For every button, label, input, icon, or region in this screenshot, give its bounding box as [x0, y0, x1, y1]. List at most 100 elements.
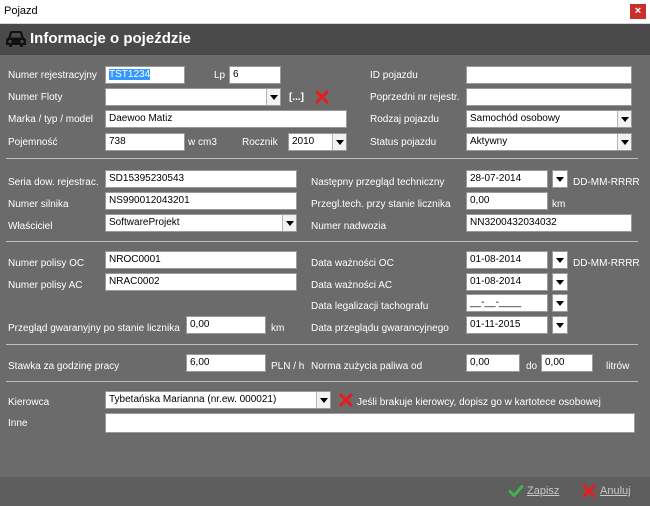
- car-icon: [6, 31, 26, 47]
- warranty-mileage-input[interactable]: 0,00: [186, 316, 266, 334]
- divider: [6, 241, 638, 242]
- vehicle-window: Pojazd × Informacje o pojeździe Numer re…: [0, 0, 650, 506]
- vehicle-type-value: Samochód osobowy: [470, 113, 561, 124]
- engine-number-input[interactable]: NS990012043201: [105, 192, 297, 210]
- oc-date-button[interactable]: [552, 251, 568, 269]
- other-input[interactable]: [105, 413, 635, 433]
- prev-reg-label: Poprzedni nr rejestr.: [370, 92, 460, 103]
- chevron-down-icon: [617, 111, 631, 127]
- vin-label: Numer nadwozia: [311, 221, 387, 232]
- close-button[interactable]: ×: [630, 4, 646, 19]
- series-input[interactable]: SD15395230543: [105, 170, 297, 188]
- driver-value: Tybetańska Marianna (nr.ew. 000021): [109, 394, 277, 405]
- cancel-button[interactable]: Anuluj: [600, 485, 631, 497]
- lp-label: Lp: [214, 70, 226, 81]
- clear-fleet-icon[interactable]: [314, 89, 330, 105]
- chevron-down-icon: [282, 215, 296, 231]
- fleet-number-label: Numer Floty: [8, 92, 63, 103]
- warranty-date-input[interactable]: 01-11-2015: [466, 316, 548, 334]
- chevron-down-icon: [332, 134, 346, 150]
- warranty-date-label: Data przeglądu gwarancyjnego: [311, 323, 449, 334]
- hourly-rate-label: Stawka za godzinę pracy: [8, 361, 120, 372]
- year-label: Rocznik: [242, 137, 278, 148]
- fuel-to-label: do: [526, 361, 538, 372]
- tachograph-date-button[interactable]: [552, 294, 568, 312]
- ac-date-input[interactable]: 01-08-2014: [466, 273, 548, 291]
- reg-number-value: TST1234: [109, 69, 151, 80]
- engine-number-label: Numer silnika: [8, 199, 69, 210]
- chevron-down-icon: [266, 89, 280, 105]
- oc-date-input[interactable]: 01-08-2014: [466, 251, 548, 269]
- vehicle-type-label: Rodzaj pojazdu: [370, 114, 439, 125]
- next-inspection-label: Następny przegląd techniczny: [311, 177, 445, 188]
- next-inspection-input[interactable]: 28-07-2014: [466, 170, 548, 188]
- fuel-norm-label: Norma zużycia paliwa od: [311, 361, 423, 372]
- inspection-mileage-label: Przegl.tech. przy stanie licznika: [311, 199, 451, 210]
- owner-select[interactable]: SoftwareProjekt: [105, 214, 297, 232]
- page-title: Informacje o pojeździe: [30, 30, 191, 47]
- ac-policy-label: Numer polisy AC: [8, 280, 83, 291]
- tachograph-input[interactable]: __-__-____: [466, 294, 548, 312]
- year-value: 2010: [292, 136, 315, 147]
- capacity-label: Pojemność: [8, 137, 58, 148]
- make-model-label: Marka / typ / model: [8, 114, 94, 125]
- prev-reg-input[interactable]: [466, 88, 632, 106]
- owner-value: SoftwareProjekt: [109, 217, 180, 228]
- year-select[interactable]: 2010: [288, 133, 347, 151]
- ac-date-button[interactable]: [552, 273, 568, 291]
- reg-number-input[interactable]: TST1234: [105, 66, 185, 84]
- driver-hint: Jeśli brakuje kierowcy, dopisz go w kart…: [357, 397, 601, 408]
- warranty-mileage-unit: km: [271, 323, 285, 334]
- check-icon: [508, 485, 524, 497]
- fuel-unit: litrów: [606, 361, 630, 372]
- oc-policy-input[interactable]: NROC0001: [105, 251, 297, 269]
- title-bar: Pojazd ×: [0, 0, 650, 24]
- divider: [6, 381, 638, 382]
- inspection-mileage-unit: km: [552, 199, 566, 210]
- vehicle-type-select[interactable]: Samochód osobowy: [466, 110, 632, 128]
- fuel-from-input[interactable]: 0,00: [466, 354, 520, 372]
- make-model-input[interactable]: Daewoo Matiz: [105, 110, 347, 128]
- next-inspection-date-button[interactable]: [552, 170, 568, 188]
- driver-label: Kierowca: [8, 397, 50, 408]
- status-value: Aktywny: [470, 136, 508, 147]
- lp-input[interactable]: 6: [229, 66, 281, 84]
- vehicle-id-input[interactable]: [466, 66, 632, 84]
- footer-bar: Zapisz Anuluj: [0, 477, 650, 506]
- window-title: Pojazd: [4, 5, 38, 17]
- series-label: Seria dow. rejestrac.: [8, 177, 99, 188]
- owner-label: Właściciel: [8, 221, 53, 232]
- oc-date-format: DD-MM-RRRR: [573, 258, 640, 269]
- chevron-down-icon: [617, 134, 631, 150]
- save-button[interactable]: Zapisz: [527, 485, 559, 497]
- ac-date-label: Data ważności AC: [311, 280, 393, 291]
- hourly-rate-input[interactable]: 6,00: [186, 354, 266, 372]
- other-label: Inne: [8, 418, 28, 429]
- status-select[interactable]: Aktywny: [466, 133, 632, 151]
- oc-policy-label: Numer polisy OC: [8, 258, 85, 269]
- fleet-number-select[interactable]: [105, 88, 281, 106]
- cancel-x-icon: [582, 484, 596, 498]
- driver-select[interactable]: Tybetańska Marianna (nr.ew. 000021): [105, 391, 331, 409]
- capacity-input[interactable]: 738: [105, 133, 185, 151]
- next-inspection-format: DD-MM-RRRR: [573, 177, 640, 188]
- reg-number-label: Numer rejestracyjny: [8, 70, 97, 81]
- capacity-unit: w cm3: [188, 137, 217, 148]
- ac-policy-input[interactable]: NRAC0002: [105, 273, 297, 291]
- inspection-mileage-input[interactable]: 0,00: [466, 192, 548, 210]
- status-label: Status pojazdu: [370, 137, 437, 148]
- tachograph-label: Data legalizacji tachografu: [311, 301, 429, 312]
- oc-date-label: Data ważności OC: [311, 258, 394, 269]
- vin-input[interactable]: NN3200432034032: [466, 214, 632, 232]
- warranty-mileage-label: Przegląd gwaranyjny po stanie licznika: [8, 323, 180, 334]
- section-header: Informacje o pojeździe: [0, 24, 650, 55]
- clear-driver-icon[interactable]: [338, 392, 354, 408]
- warranty-date-button[interactable]: [552, 316, 568, 334]
- hourly-rate-unit: PLN / h: [271, 361, 305, 372]
- chevron-down-icon: [316, 392, 330, 408]
- fleet-browse-button[interactable]: [...]: [289, 92, 304, 104]
- divider: [6, 158, 638, 159]
- divider: [6, 344, 638, 345]
- fuel-to-input[interactable]: 0,00: [541, 354, 593, 372]
- vehicle-id-label: ID pojazdu: [370, 70, 418, 81]
